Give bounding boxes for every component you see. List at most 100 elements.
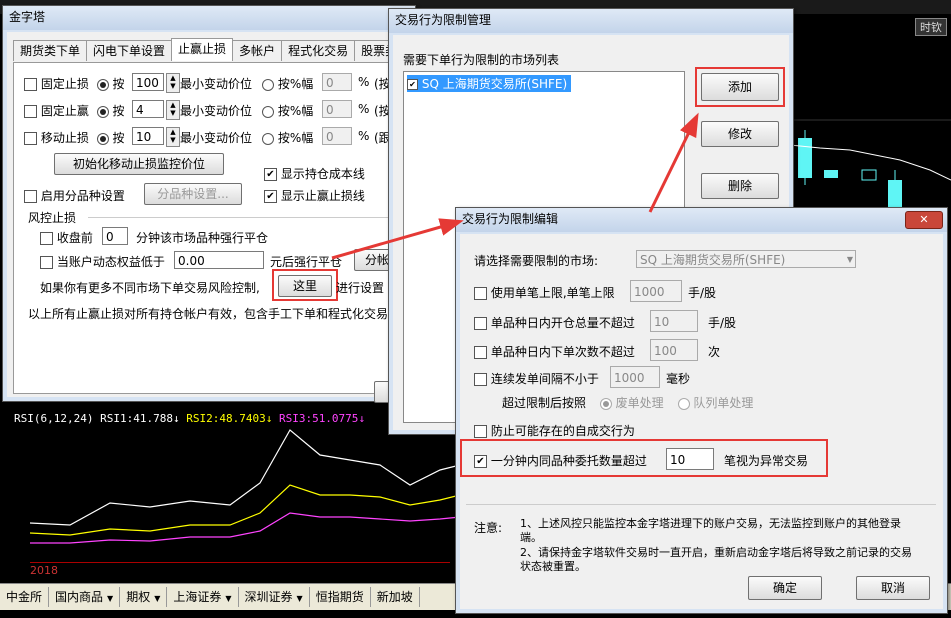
trailing-stop-checkbox[interactable] bbox=[24, 132, 37, 145]
tab-programmatic[interactable]: 程式化交易 bbox=[281, 40, 356, 61]
order-limit-checkbox[interactable] bbox=[474, 287, 487, 300]
fixed-take-profit-row: 固定止赢 按 bbox=[24, 102, 125, 119]
queue-radio[interactable] bbox=[677, 397, 690, 410]
market-tab-singapore[interactable]: 新加坡 bbox=[371, 587, 420, 607]
candle bbox=[861, 169, 877, 181]
market-tab-options[interactable]: 期权 ▼ bbox=[120, 587, 168, 607]
list-item-checkbox[interactable]: ✔ bbox=[407, 79, 418, 90]
over-limit-row: 超过限制后按照 废单处理 队列单处理 bbox=[502, 396, 754, 410]
market-tab-cffex[interactable]: 中金所 bbox=[0, 587, 50, 607]
close-before-input[interactable]: 0 bbox=[102, 227, 128, 245]
interval-row: 连续发单间隔不小于 bbox=[474, 370, 599, 387]
fixed-take-profit-checkbox[interactable] bbox=[24, 105, 37, 118]
show-cost-line-checkbox[interactable]: ✔ bbox=[264, 168, 277, 181]
equity-below-checkbox[interactable] bbox=[40, 256, 53, 269]
show-tp-sl-row: ✔ 显示止赢止损线 bbox=[264, 187, 365, 204]
pct-input[interactable]: 0 bbox=[322, 127, 352, 145]
open-limit-row: 单品种日内开仓总量不超过 bbox=[474, 314, 635, 331]
equity-below-suffix: 元后强行平仓 bbox=[270, 255, 343, 269]
close-icon[interactable]: ✕ bbox=[905, 211, 943, 229]
footer-text: 以上所有止赢止损对所有持仓帐户有效，包含手工下单和程式化交易 bbox=[28, 307, 389, 321]
equity-below-input[interactable]: 0.00 bbox=[174, 251, 264, 269]
market-tab-shanghai[interactable]: 上海证券 ▼ bbox=[167, 587, 239, 607]
chevron-down-icon: ▼ bbox=[296, 594, 303, 603]
divider bbox=[88, 217, 398, 218]
per-symbol-checkbox[interactable] bbox=[24, 190, 37, 203]
unit-label: 最小变动价位 bbox=[180, 77, 253, 91]
order-limit-input[interactable]: 1000 bbox=[630, 280, 682, 302]
close-before-checkbox[interactable] bbox=[40, 232, 53, 245]
fixed-stop-loss-row: 固定止损 按 bbox=[24, 75, 125, 92]
run-settings-text: 进行设置 bbox=[336, 281, 385, 295]
chevron-down-icon: ▼ bbox=[107, 594, 114, 603]
by-tick-radio[interactable] bbox=[96, 105, 109, 118]
highlight-per-minute bbox=[460, 439, 828, 477]
rsi3-value: RSI3:51.0775 bbox=[278, 412, 359, 425]
unit-label: 最小变动价位 bbox=[180, 131, 253, 145]
tab-flash-order[interactable]: 闪电下单设置 bbox=[86, 40, 173, 61]
ok-button[interactable]: 确定 bbox=[748, 576, 822, 600]
market-list-label: 需要下单行为限制的市场列表 bbox=[403, 53, 560, 67]
candle bbox=[824, 170, 838, 178]
interval-input[interactable]: 1000 bbox=[610, 366, 660, 388]
fixed-take-profit-input[interactable]: 4 bbox=[132, 100, 164, 118]
close-before-suffix: 分钟该市场品种强行平仓 bbox=[136, 231, 269, 245]
pct-sign: % bbox=[358, 129, 370, 143]
pct-input[interactable]: 0 bbox=[322, 100, 352, 118]
show-tp-sl-checkbox[interactable]: ✔ bbox=[264, 190, 277, 203]
tab-multi-account[interactable]: 多帐户 bbox=[232, 40, 283, 61]
settings-client: 期货类下单 闪电下单设置 止赢止损 多帐户 程式化交易 股票类 固定止损 按 1… bbox=[7, 32, 411, 403]
edit-titlebar: 交易行为限制编辑 ✕ bbox=[456, 208, 947, 232]
market-tab-domestic[interactable]: 国内商品 ▼ bbox=[49, 587, 121, 607]
note-label: 注意: bbox=[474, 521, 503, 535]
discard-radio[interactable] bbox=[599, 397, 612, 410]
rsi1-value: RSI1:41.788 bbox=[100, 412, 173, 425]
rsi-legend: RSI(6,12,24) RSI1:41.788↓ RSI2:48.7403↓ … bbox=[14, 412, 366, 425]
by-tick-radio[interactable] bbox=[96, 132, 109, 145]
delete-button[interactable]: 删除 bbox=[701, 173, 779, 199]
close-before-row: 收盘前 bbox=[40, 229, 93, 246]
by-percent-radio[interactable] bbox=[262, 105, 274, 118]
chevron-down-icon: ▼ bbox=[846, 255, 853, 264]
more-markets-text: 如果你有更多不同市场下单交易风险控制, bbox=[40, 281, 260, 295]
stepper-icon[interactable]: ▲ ▼ bbox=[166, 127, 180, 147]
market-titlebar: 交易行为限制管理 bbox=[389, 9, 793, 33]
pct-sign: % bbox=[358, 75, 370, 89]
init-trailing-button[interactable]: 初始化移动止损监控价位 bbox=[54, 153, 224, 175]
note-2: 2、请保持金字塔软件交易时一直开启，重新启动金字塔后将导致之前记录的交易状态被重… bbox=[520, 546, 912, 573]
divider bbox=[466, 504, 936, 505]
stepper-icon[interactable]: ▲ ▼ bbox=[166, 73, 180, 93]
pct-group: 按%幅 bbox=[262, 102, 313, 119]
edit-client: 请选择需要限制的市场: SQ 上海期货交易所(SHFE) ▼ 使用单笔上限,单笔… bbox=[460, 234, 943, 609]
self-trade-checkbox[interactable] bbox=[474, 425, 487, 438]
fixed-stop-loss-input[interactable]: 100 bbox=[132, 73, 164, 91]
settings-tabs: 期货类下单 闪电下单设置 止赢止损 多帐户 程式化交易 股票类 bbox=[13, 38, 405, 61]
edit-button[interactable]: 修改 bbox=[701, 121, 779, 147]
market-select[interactable]: SQ 上海期货交易所(SHFE) ▼ bbox=[636, 250, 856, 268]
order-count-checkbox[interactable] bbox=[474, 346, 487, 359]
list-item[interactable]: ✔ SQ 上海期货交易所(SHFE) bbox=[407, 75, 572, 92]
order-limit-unit: 手/股 bbox=[688, 286, 717, 300]
pct-group: 按%幅 bbox=[262, 75, 313, 92]
by-tick-radio[interactable] bbox=[96, 78, 109, 91]
interval-checkbox[interactable] bbox=[474, 373, 487, 386]
trailing-stop-input[interactable]: 10 bbox=[132, 127, 164, 145]
rsi-title: RSI(6,12,24) bbox=[14, 412, 94, 425]
trailing-stop-row: 移动止损 按 bbox=[24, 129, 125, 146]
market-tab-shenzhen[interactable]: 深圳证券 ▼ bbox=[239, 587, 310, 607]
fixed-stop-loss-checkbox[interactable] bbox=[24, 78, 37, 91]
stepper-icon[interactable]: ▲ ▼ bbox=[166, 100, 180, 120]
open-limit-input[interactable]: 10 bbox=[650, 310, 698, 332]
cancel-button[interactable]: 取消 bbox=[856, 576, 930, 600]
tab-futures-order[interactable]: 期货类下单 bbox=[13, 40, 88, 61]
market-tab-hsi[interactable]: 恒指期货 bbox=[310, 587, 371, 607]
candle-chart bbox=[790, 119, 951, 220]
by-percent-radio[interactable] bbox=[262, 78, 274, 91]
by-percent-radio[interactable] bbox=[262, 132, 274, 145]
pct-input[interactable]: 0 bbox=[322, 73, 352, 91]
per-symbol-button[interactable]: 分品种设置... bbox=[144, 183, 242, 205]
open-limit-unit: 手/股 bbox=[708, 316, 737, 330]
tab-stop-profit-loss[interactable]: 止赢止损 bbox=[171, 38, 234, 61]
open-limit-checkbox[interactable] bbox=[474, 317, 487, 330]
order-count-input[interactable]: 100 bbox=[650, 339, 698, 361]
